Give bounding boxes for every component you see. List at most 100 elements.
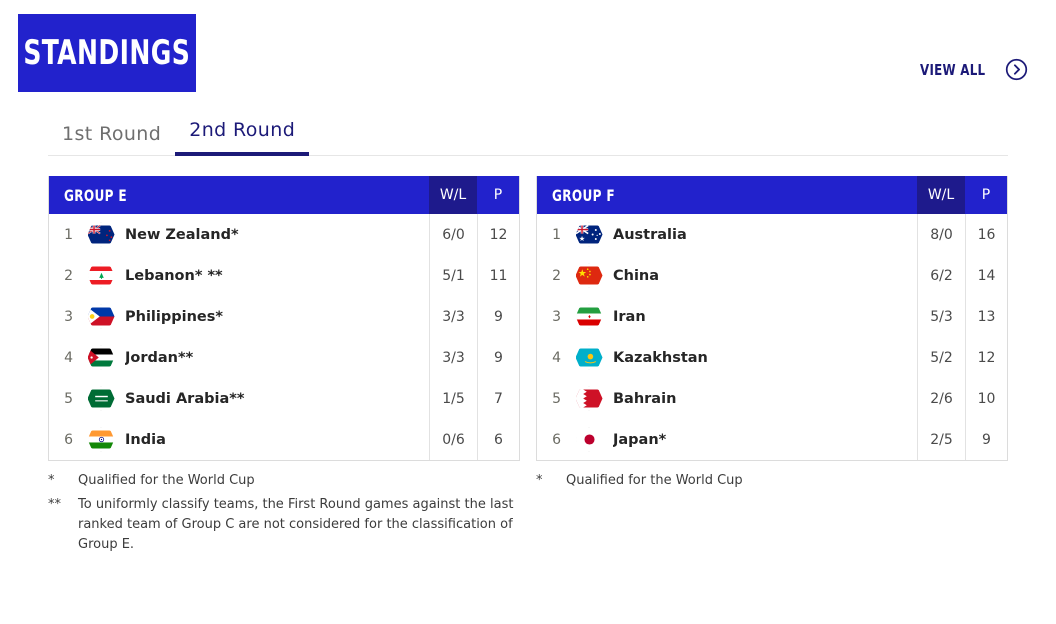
row-flag-cell xyxy=(77,419,125,460)
row-wl: 8/0 xyxy=(917,214,965,255)
row-wl: 3/3 xyxy=(429,296,477,337)
table-row[interactable]: 6 India 0/6 6 xyxy=(49,419,519,460)
table-row[interactable]: 1 Australia 8/0 16 xyxy=(537,214,1007,255)
group-e-notes: * Qualified for the World Cup ** To unif… xyxy=(48,471,520,560)
column-header-p: P xyxy=(965,176,1007,214)
row-team-name: Kazakhstan xyxy=(613,349,708,366)
saudi-arabia-flag-icon xyxy=(87,386,115,411)
group-e-table-header: GROUP E W/L P xyxy=(49,176,519,214)
table-row[interactable]: 6 Japan* 2/5 9 xyxy=(537,419,1007,460)
row-points: 13 xyxy=(965,296,1007,337)
row-rank: 5 xyxy=(552,390,561,407)
row-points: 9 xyxy=(965,419,1007,460)
table-row[interactable]: 4 Jordan** 3/3 9 xyxy=(49,337,519,378)
standings-groups: GROUP E W/L P 1 New Zealand* 6/0 12 2 Le… xyxy=(0,156,1056,461)
row-flag-cell xyxy=(565,419,613,460)
round-tabs: 1st Round 2nd Round xyxy=(48,106,1056,156)
row-rank: 3 xyxy=(552,308,561,325)
row-team-name: Iran xyxy=(613,308,646,325)
row-flag-cell xyxy=(77,296,125,337)
row-flag-cell xyxy=(77,214,125,255)
row-flag-cell xyxy=(565,378,613,419)
india-flag-icon xyxy=(87,427,115,452)
page-title: STANDINGS xyxy=(23,33,191,73)
chevron-right-circle-icon xyxy=(1005,58,1028,81)
row-points: 7 xyxy=(477,378,519,419)
row-rank: 1 xyxy=(552,226,561,243)
row-points: 12 xyxy=(477,214,519,255)
row-team-name: Japan* xyxy=(613,431,667,448)
table-row[interactable]: 3 Iran 5/3 13 xyxy=(537,296,1007,337)
row-wl: 6/0 xyxy=(429,214,477,255)
row-flag-cell xyxy=(77,337,125,378)
row-flag-cell xyxy=(565,296,613,337)
row-wl: 2/5 xyxy=(917,419,965,460)
standings-footnotes: * Qualified for the World Cup ** To unif… xyxy=(0,461,1056,560)
tab-2nd-round[interactable]: 2nd Round xyxy=(175,119,310,156)
australia-flag-icon xyxy=(575,222,603,247)
row-wl: 5/2 xyxy=(917,337,965,378)
row-points: 10 xyxy=(965,378,1007,419)
row-wl: 2/6 xyxy=(917,378,965,419)
jordan-flag-icon xyxy=(87,345,115,370)
group-f-name: GROUP F xyxy=(552,185,616,205)
row-rank: 6 xyxy=(552,431,561,448)
row-team-name: Saudi Arabia** xyxy=(125,390,245,407)
footnote-mark: * xyxy=(48,473,55,488)
footnote-mark: * xyxy=(536,473,543,488)
standings-title-box: STANDINGS xyxy=(18,14,196,92)
row-rank: 1 xyxy=(64,226,73,243)
row-points: 6 xyxy=(477,419,519,460)
row-wl: 3/3 xyxy=(429,337,477,378)
footnote-mark: ** xyxy=(48,497,61,513)
column-header-p: P xyxy=(477,176,519,214)
row-points: 14 xyxy=(965,255,1007,296)
philippines-flag-icon xyxy=(87,304,115,329)
row-points: 11 xyxy=(477,255,519,296)
row-team-name: China xyxy=(613,267,660,284)
row-rank: 5 xyxy=(64,390,73,407)
new-zealand-flag-icon xyxy=(87,222,115,247)
footnote: ** To uniformly classify teams, the Firs… xyxy=(48,495,520,555)
footnote-text: To uniformly classify teams, the First R… xyxy=(78,497,514,553)
row-rank: 6 xyxy=(64,431,73,448)
table-row[interactable]: 2 China 6/2 14 xyxy=(537,255,1007,296)
row-points: 12 xyxy=(965,337,1007,378)
footnote: * Qualified for the World Cup xyxy=(48,471,520,491)
group-e-column: GROUP E W/L P 1 New Zealand* 6/0 12 2 Le… xyxy=(48,176,520,461)
row-flag-cell xyxy=(77,378,125,419)
tab-1st-round[interactable]: 1st Round xyxy=(48,123,175,156)
row-wl: 6/2 xyxy=(917,255,965,296)
column-header-wl: W/L xyxy=(429,176,477,214)
row-rank: 4 xyxy=(552,349,561,366)
view-all-label: VIEW ALL xyxy=(919,60,986,79)
row-rank: 4 xyxy=(64,349,73,366)
row-points: 16 xyxy=(965,214,1007,255)
row-rank: 3 xyxy=(64,308,73,325)
table-row[interactable]: 5 Saudi Arabia** 1/5 7 xyxy=(49,378,519,419)
table-row[interactable]: 3 Philippines* 3/3 9 xyxy=(49,296,519,337)
japan-flag-icon xyxy=(575,427,603,452)
table-row[interactable]: 5 Bahrain 2/6 10 xyxy=(537,378,1007,419)
lebanon-flag-icon xyxy=(87,263,115,288)
table-row[interactable]: 4 Kazakhstan 5/2 12 xyxy=(537,337,1007,378)
table-row[interactable]: 2 Lebanon* ** 5/1 11 xyxy=(49,255,519,296)
group-f-notes: * Qualified for the World Cup xyxy=(536,471,1008,560)
row-rank: 2 xyxy=(64,267,73,284)
group-f-table: GROUP F W/L P 1 Australia 8/0 16 2 China… xyxy=(536,176,1008,461)
table-row[interactable]: 1 New Zealand* 6/0 12 xyxy=(49,214,519,255)
row-team-name: Bahrain xyxy=(613,390,677,407)
group-e-table: GROUP E W/L P 1 New Zealand* 6/0 12 2 Le… xyxy=(48,176,520,461)
view-all-button[interactable]: VIEW ALL xyxy=(920,58,1028,81)
group-e-name: GROUP E xyxy=(64,185,128,205)
row-team-name: Lebanon* ** xyxy=(125,267,223,284)
row-team-name: India xyxy=(125,431,166,448)
china-flag-icon xyxy=(575,263,603,288)
row-team-name: Philippines* xyxy=(125,308,223,325)
page-header: STANDINGS VIEW ALL xyxy=(0,0,1056,106)
row-wl: 1/5 xyxy=(429,378,477,419)
row-wl: 5/1 xyxy=(429,255,477,296)
column-header-wl: W/L xyxy=(917,176,965,214)
row-flag-cell xyxy=(565,337,613,378)
row-flag-cell xyxy=(77,255,125,296)
